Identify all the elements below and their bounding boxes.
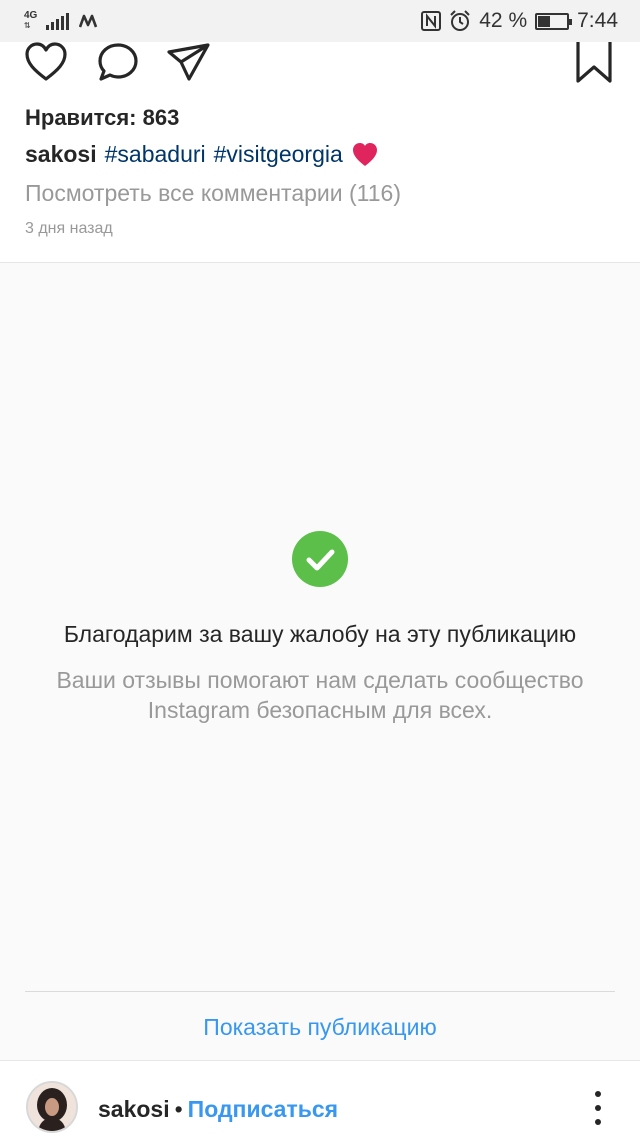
post-timestamp: 3 дня назад [25,220,113,237]
battery-icon [535,12,573,30]
share-icon[interactable] [166,42,212,82]
comment-icon[interactable] [96,42,140,84]
nfc-icon [421,11,442,31]
divider [25,991,615,992]
show-post-button[interactable]: Показать публикацию [0,1014,640,1041]
network-label: 4G [24,10,38,21]
author-line: sakosi • Подписаться [98,1096,338,1123]
signal-icon [46,12,69,30]
separator-dot: • [174,1096,183,1122]
hashtag-visitgeorgia[interactable]: #visitgeorgia [214,141,343,168]
status-bar: 4G ⇅ 42 % 7:44 [0,0,640,42]
battery-fill [538,15,550,27]
data-arrows-icon: ⇅ [24,21,31,30]
caption-username[interactable]: sakosi [25,141,97,168]
follow-button[interactable]: Подписаться [188,1096,338,1123]
status-left: 4G ⇅ [24,11,99,31]
network-type: 4G ⇅ [24,10,38,31]
heart-icon[interactable] [24,42,68,82]
check-icon [292,531,348,587]
clock: 7:44 [577,9,618,32]
status-right: 42 % 7:44 [421,9,618,33]
view-all-comments-link[interactable]: Посмотреть все комментарии (116) [25,180,401,207]
report-confirmation-panel: Благодарим за вашу жалобу на эту публика… [0,262,640,1060]
more-icon[interactable] [588,1091,608,1125]
checkmark-glyph [306,549,335,571]
avatar-portrait-icon [28,1083,76,1131]
carrier-icon [79,14,98,28]
post-actions [0,42,640,90]
avatar[interactable] [26,1081,78,1133]
report-thanks-title: Благодарим за вашу жалобу на эту публика… [63,621,577,647]
report-thanks-subtitle: Ваши отзывы помогают нам сделать сообщес… [56,667,584,723]
caption: sakosi #sabaduri #visitgeorgia [25,141,379,168]
author-username[interactable]: sakosi [98,1096,170,1123]
hashtag-sabaduri[interactable]: #sabaduri [105,141,206,168]
bookmark-icon[interactable] [574,42,614,84]
author-row: sakosi • Подписаться [0,1060,640,1138]
red-heart-emoji-icon [352,142,377,166]
alarm-icon [450,10,470,31]
battery-percent: 42 % [479,9,528,32]
likes-count[interactable]: Нравится: 863 [25,105,179,131]
